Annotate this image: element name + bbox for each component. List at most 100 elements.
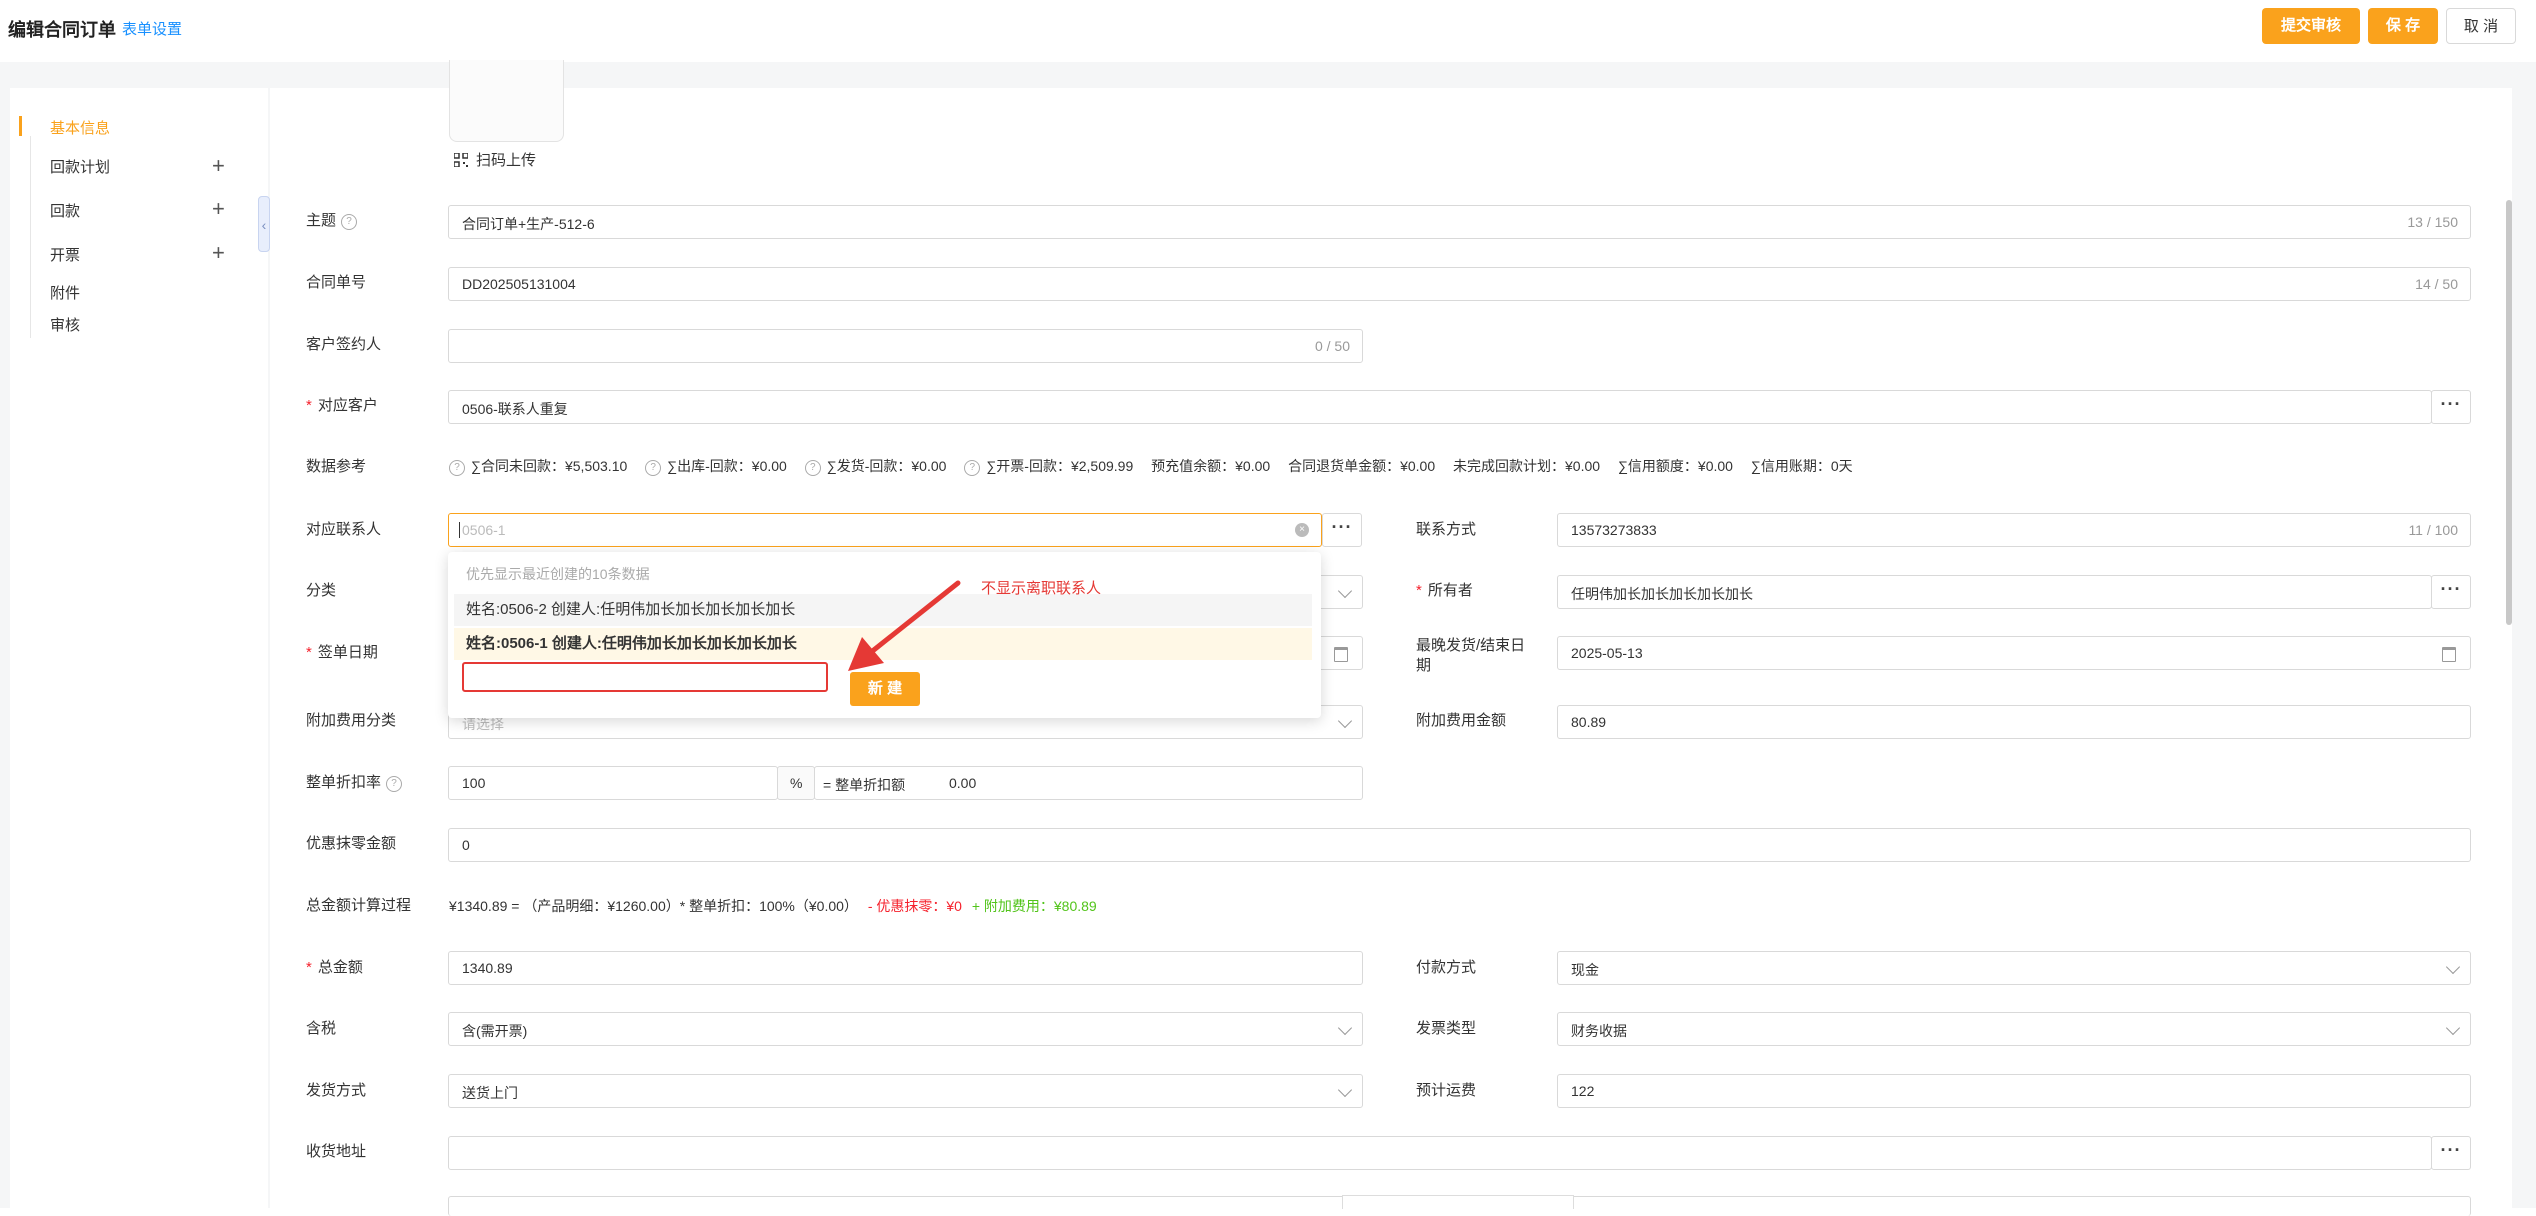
sign-date-label: * 签单日期: [306, 644, 378, 661]
chevron-down-icon: [1337, 583, 1353, 599]
chevron-down-icon: [1337, 1082, 1353, 1098]
editor-toolbar[interactable]: [1342, 1195, 1574, 1209]
add-payment-plan-icon[interactable]: +: [212, 155, 225, 177]
scan-upload-button[interactable]: 扫码上传: [454, 149, 536, 170]
address-input[interactable]: [448, 1136, 2432, 1170]
discount-rate-value: 100: [462, 775, 486, 791]
contact-method-count: 11 / 100: [2408, 522, 2458, 538]
freight-input[interactable]: 122: [1557, 1074, 2471, 1108]
ref-outbound: ∑出库-回款：¥0.00: [667, 458, 787, 474]
discount-rate-label: 整单折扣率?: [306, 773, 403, 793]
form-setting-link[interactable]: 表单设置: [122, 18, 182, 39]
nav-item-invoice[interactable]: 开票: [50, 244, 80, 265]
contact-method-value: 13573273833: [1571, 522, 1657, 538]
owner-input[interactable]: 任明伟加长加长加长加长加长: [1557, 575, 2432, 609]
subject-value: 合同订单+生产-512-6: [462, 216, 595, 232]
new-contact-button[interactable]: 新 建: [850, 672, 920, 706]
help-icon[interactable]: ?: [341, 214, 358, 230]
page-title: 编辑合同订单: [8, 20, 116, 40]
cancel-button[interactable]: 取 消: [2446, 8, 2516, 44]
percent-addon: %: [777, 766, 815, 800]
discount-rate-input[interactable]: 100: [448, 766, 778, 800]
contact-more-button[interactable]: ···: [1322, 513, 1362, 547]
nav-item-review[interactable]: 审核: [50, 314, 80, 335]
annotation-arrow-icon: [848, 580, 961, 671]
rounding-value: 0: [462, 837, 470, 853]
calc-text: ¥1340.89 = （产品明细：¥1260.00）* 整单折扣：100%（¥0…: [449, 898, 1097, 914]
help-icon[interactable]: ?: [449, 460, 465, 476]
customer-input[interactable]: 0506-联系人重复: [448, 390, 2432, 424]
freight-value: 122: [1571, 1083, 1595, 1099]
nav-line: [30, 136, 31, 338]
total-input[interactable]: 1340.89: [448, 951, 1363, 985]
contact-method-input[interactable]: 13573273833 11 / 100: [1557, 513, 2471, 547]
scrollbar[interactable]: [2506, 200, 2512, 625]
help-icon[interactable]: ?: [964, 460, 981, 476]
ref-prepaid: 预充值余额：¥0.00: [1151, 458, 1271, 474]
dropdown-hint: 优先显示最近创建的10条数据: [466, 566, 650, 582]
calc-label: 总金额计算过程: [306, 897, 412, 914]
ref-credit-limit: ∑信用额度：¥0.00: [1617, 458, 1733, 474]
dropdown-new-contact-input[interactable]: [462, 662, 828, 692]
chevron-down-icon: [1337, 1020, 1353, 1036]
data-ref-label: 数据参考: [306, 458, 367, 475]
tax-select[interactable]: 含(需开票): [448, 1012, 1363, 1046]
nav-item-basic-info[interactable]: 基本信息: [50, 117, 110, 138]
nav-item-payment[interactable]: 回款: [50, 200, 80, 221]
add-payment-icon[interactable]: +: [212, 198, 225, 220]
chevron-down-icon: [1337, 713, 1353, 729]
tax-value: 含(需开票): [462, 1023, 528, 1039]
collapse-sidebar-icon[interactable]: ‹: [258, 196, 270, 252]
annotation-text: 不显示离职联系人: [981, 580, 1102, 597]
ref-shipped: ∑发货-回款：¥0.00: [826, 458, 947, 474]
contact-method-label: 联系方式: [1416, 521, 1477, 538]
save-button[interactable]: 保 存: [2368, 8, 2438, 44]
latest-ship-date-input[interactable]: 2025-05-13: [1557, 636, 2471, 670]
help-icon[interactable]: ?: [804, 460, 821, 476]
owner-value: 任明伟加长加长加长加长加长: [1571, 586, 1753, 602]
address-label: 收货地址: [306, 1143, 367, 1160]
discount-amount-label: = 整单折扣额: [823, 777, 906, 793]
ref-unfinished-plan: 未完成回款计划：¥0.00: [1453, 458, 1601, 474]
order-no-value: DD202505131004: [462, 276, 576, 292]
owner-more-button[interactable]: ···: [2431, 575, 2471, 609]
help-icon[interactable]: ?: [386, 776, 403, 792]
rounding-input[interactable]: 0: [448, 828, 2471, 862]
calendar-icon: [2442, 647, 2456, 662]
signer-label: 客户签约人: [306, 336, 382, 353]
invoice-type-select[interactable]: 财务收据: [1557, 1012, 2471, 1046]
ref-credit-period: ∑信用账期：0天: [1750, 458, 1853, 474]
calendar-icon: [1334, 647, 1348, 662]
contact-input[interactable]: 0506-1 ×: [448, 513, 1322, 547]
shipping-select[interactable]: 送货上门: [448, 1074, 1363, 1108]
nav-item-attachment[interactable]: 附件: [50, 282, 80, 303]
discount-amount-value: 0.00: [949, 775, 977, 791]
payment-value: 现金: [1571, 962, 1599, 978]
clear-icon[interactable]: ×: [1295, 523, 1309, 537]
extra-fee-amount-value: 80.89: [1571, 714, 1607, 730]
extra-fee-amount-input[interactable]: 80.89: [1557, 705, 2471, 739]
subject-label: 主题?: [306, 211, 358, 231]
subject-input[interactable]: 合同订单+生产-512-6 13 / 150: [448, 205, 2471, 239]
category-label: 分类: [306, 582, 337, 599]
data-ref-row: ? ∑合同未回款：¥5,503.10 ? ∑出库-回款：¥0.00 ? ∑发货-回款：…: [449, 456, 1867, 476]
order-no-label: 合同单号: [306, 274, 367, 291]
add-invoice-icon[interactable]: +: [212, 242, 225, 264]
payment-select[interactable]: 现金: [1557, 951, 2471, 985]
order-no-count: 14 / 50: [2415, 276, 2458, 292]
address-more-button[interactable]: ···: [2431, 1136, 2471, 1170]
help-icon[interactable]: ?: [645, 460, 662, 476]
ref-uncollected: ∑合同未回款：¥5,503.10: [471, 458, 628, 474]
payment-label: 付款方式: [1416, 959, 1477, 976]
signer-input[interactable]: 0 / 50: [448, 329, 1363, 363]
upload-box[interactable]: [449, 60, 564, 142]
nav-item-payment-plan[interactable]: 回款计划: [50, 156, 110, 177]
order-no-input[interactable]: DD202505131004 14 / 50: [448, 267, 2471, 301]
tax-label: 含税: [306, 1020, 337, 1037]
latest-ship-label: 最晚发货/结束日期: [1416, 637, 1526, 674]
contact-label: 对应联系人: [306, 521, 382, 538]
signer-count: 0 / 50: [1314, 338, 1350, 354]
subject-count: 13 / 150: [2407, 214, 2458, 230]
submit-review-button[interactable]: 提交审核: [2262, 8, 2360, 44]
customer-more-button[interactable]: ···: [2431, 390, 2471, 424]
